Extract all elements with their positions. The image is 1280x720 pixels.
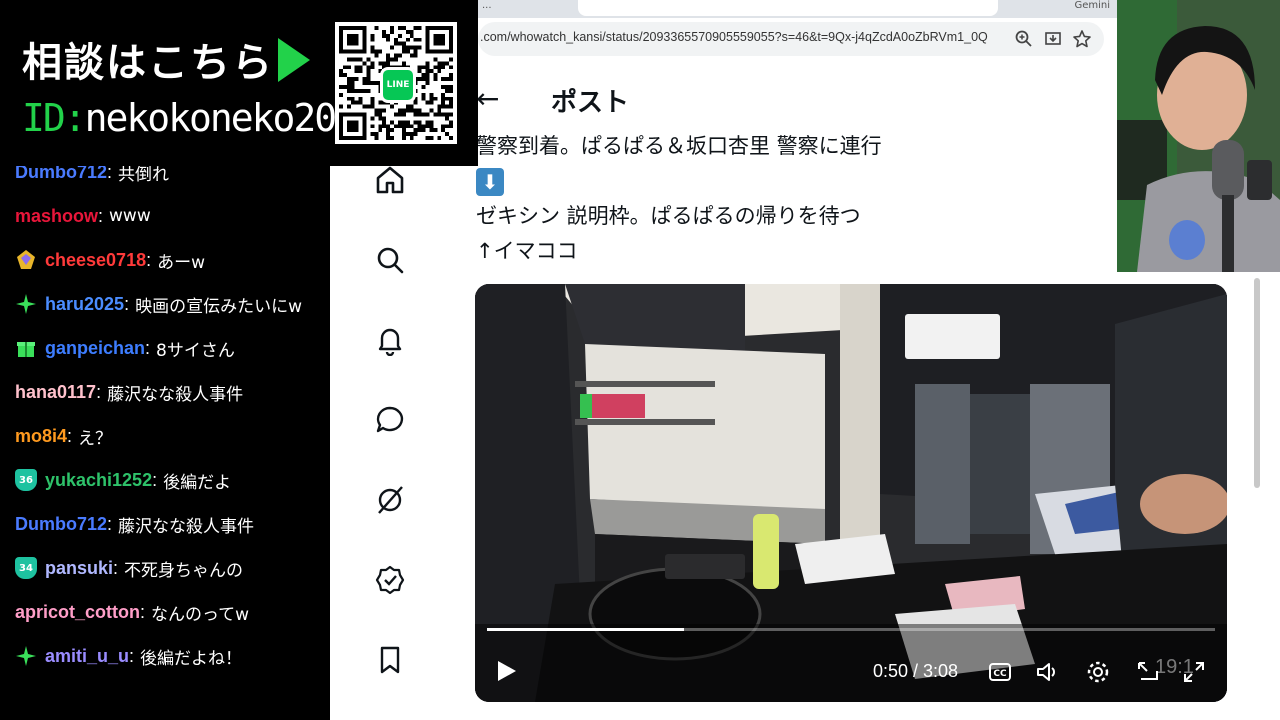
chat-message: apricot_cotton: なんのってw (0, 590, 330, 634)
chat-separator: : (113, 557, 119, 578)
chat-separator: : (98, 205, 104, 226)
post-text-line-2: ゼキシン 説明枠。ぱるぱるの帰りを待つ (476, 204, 861, 228)
chat-separator: : (146, 249, 152, 270)
svg-text:CC: CC (993, 669, 1007, 679)
settings-gear-icon[interactable] (1085, 659, 1111, 685)
chat-message-text: 不死身ちゃんの (124, 560, 244, 581)
chat-message: cheese0718: あーw (0, 238, 330, 282)
chat-username[interactable]: cheese0718 (45, 250, 146, 271)
chat-separator: : (145, 337, 151, 358)
gift-icon (15, 337, 37, 359)
messages-icon[interactable] (374, 404, 406, 436)
chat-message-text: 後編だよね！ (140, 648, 243, 669)
video-overlay-clock: 19:1 (1155, 656, 1194, 678)
zoom-icon[interactable] (1014, 29, 1034, 49)
install-app-icon[interactable] (1043, 29, 1063, 49)
consult-banner: 相談はこちら ID:nekokoneko2018 LINE (0, 0, 478, 166)
chat-username[interactable]: haru2025 (45, 294, 124, 315)
tab-title[interactable]: ... (482, 0, 492, 11)
post-text-line-3: ↑イマココ (476, 239, 578, 263)
chat-username[interactable]: pansuki (45, 558, 113, 579)
banner-line-id: ID:nekokoneko2018 (22, 96, 379, 140)
down-arrow-emoji-icon: ⬇ (476, 168, 504, 196)
chat-message: haru2025: 映画の宣伝みたいにw (0, 282, 330, 326)
chat-username[interactable]: Dumbo712 (15, 514, 107, 535)
banner-id-value: nekokoneko2018 (84, 96, 379, 140)
chat-message: ganpeichan:8サイさん (0, 326, 330, 370)
chat-message-list: Dumbo712: 共倒れ mashoow: www cheese0718: あーw har… (0, 150, 330, 678)
chat-message: hana0117: 藤沢なな殺人事件 (0, 370, 330, 414)
chat-separator: : (124, 293, 130, 314)
chat-separator: : (107, 513, 113, 534)
chat-separator: : (129, 645, 135, 666)
video-time: 0:50 / 3:08 (873, 661, 959, 681)
post-page-title: ポスト (551, 88, 630, 118)
chat-username[interactable]: mashoow (15, 206, 98, 227)
sparkle-icon (15, 293, 37, 315)
line-logo-label: LINE (386, 80, 410, 90)
captions-icon[interactable]: CC (987, 659, 1013, 685)
chat-message-text: www (109, 206, 151, 226)
banner-id-prefix: ID: (22, 96, 87, 140)
volume-icon[interactable] (1035, 659, 1061, 685)
chat-message: 34 pansuki: 不死身ちゃんの (0, 546, 330, 590)
streamer-webcam (1117, 0, 1280, 272)
chat-username[interactable]: apricot_cotton (15, 602, 140, 623)
chat-username[interactable]: yukachi1252 (45, 470, 152, 491)
chat-message: mashoow: www (0, 194, 330, 238)
video-player[interactable]: 0:50 / 3:08 CC 19:1 (475, 284, 1227, 702)
bookmark-icon[interactable] (374, 644, 406, 676)
play-icon[interactable] (493, 658, 519, 684)
video-progress-fill (487, 628, 684, 631)
page-scrollbar[interactable] (1254, 278, 1260, 488)
line-logo-icon: LINE (380, 67, 416, 103)
chat-message-text: 後編だよ (163, 472, 232, 493)
chat-message-text: え？ (78, 428, 113, 449)
grok-icon[interactable] (374, 484, 406, 516)
verified-icon[interactable] (374, 564, 406, 596)
chat-separator: : (140, 601, 146, 622)
chat-username[interactable]: amiti_u_u (45, 646, 129, 667)
banner-title: 相談はこちら (22, 40, 274, 86)
back-button[interactable]: ← (476, 82, 499, 115)
chat-message-text: 8サイさん (156, 340, 235, 361)
chat-username[interactable]: ganpeichan (45, 338, 145, 359)
chat-message-text: なんのってw (151, 604, 250, 625)
chat-username[interactable]: hana0117 (15, 382, 96, 403)
chat-message: mo8i4: え？ (0, 414, 330, 458)
post-text-line-1: 警察到着。ぱるぱる＆坂口杏里 警察に連行 (476, 134, 882, 158)
chat-separator: : (152, 469, 158, 490)
home-icon[interactable] (374, 164, 406, 196)
tab-title-gemini[interactable]: Gemini (1074, 0, 1110, 11)
chat-message-text: 藤沢なな殺人事件 (118, 516, 255, 537)
chat-message-text: 映画の宣伝みたいにw (135, 296, 302, 317)
browser-tab-strip: ... Gemini (478, 0, 1118, 18)
chat-message: Dumbo712: 藤沢なな殺人事件 (0, 502, 330, 546)
chat-username[interactable]: mo8i4 (15, 426, 67, 447)
chat-separator: : (96, 381, 102, 402)
subscriber-badge-icon: 36 (15, 469, 37, 491)
browser-active-tab[interactable] (578, 0, 998, 16)
chat-message-text: あーw (157, 252, 206, 273)
bits-icon (15, 249, 37, 271)
search-icon[interactable] (374, 244, 406, 276)
bookmark-star-icon[interactable] (1072, 29, 1092, 49)
chat-separator: : (67, 425, 73, 446)
chat-message: amiti_u_u: 後編だよね！ (0, 634, 330, 678)
video-frame-room-scene (475, 284, 1227, 702)
address-url[interactable]: .com/whowatch_kansi/status/2093365570905… (480, 30, 988, 44)
notifications-bell-icon[interactable] (374, 324, 406, 356)
subscriber-badge-icon: 34 (15, 557, 37, 579)
chat-message-text: 藤沢なな殺人事件 (107, 384, 244, 405)
play-triangle-icon (278, 38, 310, 82)
sparkle-icon (15, 645, 37, 667)
video-progress-track[interactable] (487, 628, 1215, 631)
chat-message: 36 yukachi1252: 後編だよ (0, 458, 330, 502)
webcam-frame (1117, 0, 1280, 272)
